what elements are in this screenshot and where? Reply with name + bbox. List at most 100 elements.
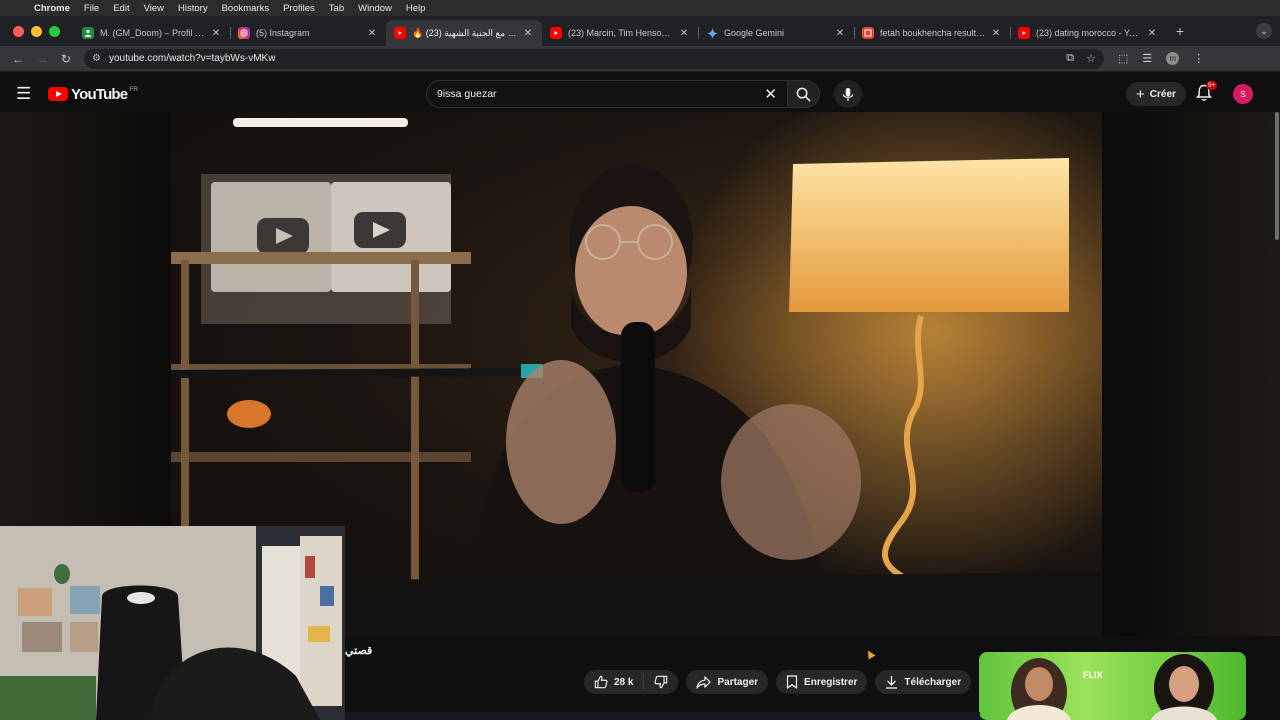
download-button[interactable]: Télécharger xyxy=(875,670,972,694)
browser-menu-icon[interactable]: ⋮ xyxy=(1193,52,1204,65)
site-icon xyxy=(862,27,874,39)
tab-gemini[interactable]: Google Gemini ✕ xyxy=(698,20,855,46)
back-arrow-icon[interactable]: ← xyxy=(8,52,28,66)
menu-window[interactable]: Window xyxy=(358,3,392,14)
menu-app-name[interactable]: Chrome xyxy=(34,3,70,14)
macos-menu-bar: Chrome File Edit View History Bookmarks … xyxy=(0,0,1280,16)
like-count: 28 k xyxy=(614,676,634,688)
tab-results[interactable]: fetah boukhencha results on ✕ xyxy=(854,20,1011,46)
create-label: Créer xyxy=(1149,88,1176,100)
search-query: 9issa guezar xyxy=(437,88,497,100)
tab-close-icon[interactable]: ✕ xyxy=(1146,28,1158,39)
tab-title: Google Gemini xyxy=(724,28,785,38)
install-app-icon[interactable]: ⧉ xyxy=(1066,52,1074,65)
tab-close-icon[interactable]: ✕ xyxy=(834,28,846,39)
hamburger-menu-icon[interactable]: ☰ xyxy=(16,84,34,104)
youtube-icon xyxy=(1018,27,1030,39)
tab-title: (23) Marcin, Tim Henson - Ch xyxy=(568,28,674,38)
tab-title: (5) Instagram xyxy=(256,28,310,38)
tab-close-icon[interactable]: ✕ xyxy=(678,28,690,39)
youtube-icon xyxy=(550,27,562,39)
tab-close-icon[interactable]: ✕ xyxy=(522,28,534,39)
account-avatar[interactable]: S xyxy=(1233,84,1253,104)
sidebar-ad-banner[interactable]: FLIX xyxy=(979,652,1246,720)
tab-close-icon[interactable]: ✕ xyxy=(210,28,222,39)
notification-badge: 9+ xyxy=(1206,81,1218,90)
tab-search-chevron-icon[interactable]: ⌄ xyxy=(1256,23,1272,39)
like-dislike-group: 28 k xyxy=(584,670,679,694)
thumbs-up-icon xyxy=(594,675,608,689)
like-button[interactable]: 28 k xyxy=(584,674,645,690)
new-tab-button[interactable]: + xyxy=(1170,23,1190,39)
tab-title: (23) dating morocco - YouTu xyxy=(1036,28,1142,38)
extensions-icon[interactable]: ⬚ xyxy=(1118,52,1128,65)
tab-instagram[interactable]: (5) Instagram ✕ xyxy=(230,20,386,46)
youtube-header: ☰ YouTube FR 9issa guezar ✕ + Créer 9+ S xyxy=(0,72,1280,116)
close-window-button[interactable] xyxy=(13,25,24,37)
thumbs-down-icon xyxy=(654,675,668,689)
video-actions: 28 k Partager Enregistrer Télécharger xyxy=(584,670,1004,694)
download-label: Télécharger xyxy=(904,676,962,688)
create-button[interactable]: + Créer xyxy=(1126,82,1186,106)
youtube-play-logo-icon xyxy=(48,87,68,101)
address-bar[interactable]: ⚙ youtube.com/watch?v=taybWs-vMKw ⧉ ☆ xyxy=(84,48,1104,69)
tab-close-icon[interactable]: ✕ xyxy=(366,28,378,39)
menu-bookmarks[interactable]: Bookmarks xyxy=(222,3,270,14)
plus-icon: + xyxy=(1136,85,1145,103)
share-button[interactable]: Partager xyxy=(686,670,769,694)
country-code: FR xyxy=(129,85,139,93)
menu-view[interactable]: View xyxy=(144,3,164,14)
menu-history[interactable]: History xyxy=(178,3,208,14)
youtube-wordmark: YouTube xyxy=(71,85,128,103)
menu-help[interactable]: Help xyxy=(406,3,426,14)
tab-youtube-active[interactable]: 🔥 قصتي مع الجنية الشهية (23) ✕ xyxy=(386,20,542,46)
bookmark-star-icon[interactable]: ☆ xyxy=(1086,52,1096,65)
dislike-button[interactable] xyxy=(644,675,678,689)
tab-youtube-marcin[interactable]: (23) Marcin, Tim Henson - Ch ✕ xyxy=(542,20,699,46)
menu-edit[interactable]: Edit xyxy=(113,3,129,14)
bookmark-icon xyxy=(786,675,798,689)
tab-title: 🔥 قصتي مع الجنية الشهية (23) xyxy=(412,27,518,38)
ad-brand-text: FLIX xyxy=(1083,670,1103,680)
menu-profiles[interactable]: Profiles xyxy=(283,3,315,14)
gemini-icon xyxy=(706,27,718,39)
browser-toolbar: ← → ↻ ⚙ youtube.com/watch?v=taybWs-vMKw … xyxy=(0,46,1280,72)
youtube-logo[interactable]: YouTube FR xyxy=(48,86,138,103)
webcam-image xyxy=(0,526,345,720)
instagram-icon xyxy=(238,27,250,39)
menu-file[interactable]: File xyxy=(84,3,99,14)
site-settings-icon[interactable]: ⚙ xyxy=(92,53,101,64)
tab-title: M. (GM_Doom) – Profil - Che xyxy=(100,28,206,38)
person-icon xyxy=(82,27,94,39)
notifications-button[interactable]: 9+ xyxy=(1195,81,1218,104)
tab-title: fetah boukhencha results on xyxy=(880,28,986,38)
reload-icon[interactable]: ↻ xyxy=(56,52,76,66)
search-icon xyxy=(796,87,811,102)
search-input[interactable]: 9issa guezar ✕ xyxy=(426,80,788,108)
page-scrollbar[interactable] xyxy=(1275,112,1279,240)
save-button[interactable]: Enregistrer xyxy=(776,670,868,694)
search-button[interactable] xyxy=(788,80,820,108)
tab-close-icon[interactable]: ✕ xyxy=(990,28,1002,39)
save-label: Enregistrer xyxy=(804,676,858,688)
tab-youtube-dating[interactable]: (23) dating morocco - YouTu ✕ xyxy=(1010,20,1166,46)
voice-search-button[interactable] xyxy=(834,80,862,108)
video-title: قصتي xyxy=(345,645,373,657)
forward-arrow-icon[interactable]: → xyxy=(32,52,52,66)
minimize-window-button[interactable] xyxy=(31,25,42,37)
share-arrow-icon xyxy=(696,675,712,689)
profile-avatar-icon[interactable]: m xyxy=(1166,52,1180,65)
tab-profile[interactable]: M. (GM_Doom) – Profil - Che ✕ xyxy=(74,20,231,46)
reading-list-icon[interactable]: ☰ xyxy=(1142,52,1152,65)
clear-search-icon[interactable]: ✕ xyxy=(764,85,777,103)
browser-tab-strip: M. (GM_Doom) – Profil - Che ✕ (5) Instag… xyxy=(0,16,1280,46)
microphone-icon xyxy=(842,87,854,101)
share-label: Partager xyxy=(717,676,759,688)
youtube-icon xyxy=(394,27,406,39)
bottom-strip xyxy=(345,712,980,720)
window-controls xyxy=(13,25,60,37)
zoom-window-button[interactable] xyxy=(49,25,60,37)
url-text: youtube.com/watch?v=taybWs-vMKw xyxy=(108,53,276,64)
menu-tab[interactable]: Tab xyxy=(329,3,344,14)
download-icon xyxy=(886,676,898,689)
